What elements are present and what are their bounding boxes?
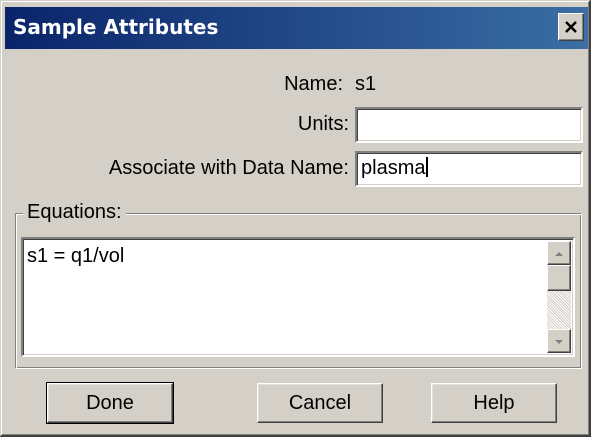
- done-button[interactable]: Done: [46, 382, 174, 424]
- equations-textarea[interactable]: s1 = q1/vol: [21, 237, 575, 357]
- help-button[interactable]: Help: [431, 383, 557, 423]
- arrow-up-icon: [554, 244, 564, 262]
- name-label: Name:: [284, 73, 343, 95]
- sample-attributes-dialog: Sample Attributes Name: s1 Units: Associ…: [0, 0, 591, 437]
- units-field[interactable]: [355, 107, 583, 143]
- units-label: Units:: [297, 113, 349, 135]
- title-bar[interactable]: Sample Attributes: [5, 7, 588, 49]
- scroll-up-button[interactable]: [547, 241, 571, 265]
- associate-data-name-field[interactable]: plasma: [355, 151, 583, 187]
- arrow-down-icon: [554, 332, 564, 350]
- scroll-thumb[interactable]: [547, 265, 571, 291]
- cancel-button[interactable]: Cancel: [257, 383, 383, 423]
- equations-text: s1 = q1/vol: [27, 245, 125, 267]
- associate-data-name-label: Associate with Data Name:: [108, 157, 349, 179]
- text-caret: [426, 157, 429, 177]
- window-title: Sample Attributes: [13, 15, 219, 39]
- associate-data-name-value: plasma: [361, 157, 426, 179]
- name-value: s1: [355, 73, 377, 95]
- scroll-down-button[interactable]: [547, 329, 571, 353]
- equations-legend: Equations:: [23, 201, 126, 224]
- equations-scrollbar[interactable]: [547, 241, 571, 353]
- close-icon: [564, 20, 578, 34]
- close-button[interactable]: [558, 13, 584, 41]
